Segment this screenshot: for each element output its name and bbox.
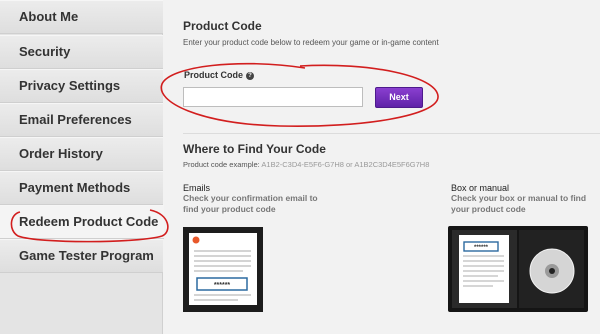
sidebar-item-label: About Me [19,9,79,24]
manual-code-mask: ****** [474,245,489,251]
next-button[interactable]: Next [375,87,423,108]
redeem-panel: Product Code Enter your product code bel… [164,0,600,334]
sidebar-item-label: Game Tester Program [19,248,154,263]
account-sidebar: About Me Security Privacy Settings Email… [0,0,164,334]
code-example-value: A1B2-C3D4-E5F6-G7H8 or A1B2C3D4E5F6G7H8 [261,160,430,169]
sidebar-item-payment-methods[interactable]: Payment Methods [0,171,163,205]
sidebar-item-label: Privacy Settings [19,78,121,93]
sidebar-item-email-preferences[interactable]: Email Preferences [0,103,163,137]
product-code-subtitle: Enter your product code below to redeem … [183,38,439,47]
emails-description: Check your confirmation email to find yo… [183,193,318,215]
box-title: Box or manual [451,183,510,193]
sidebar-item-label: Security [19,44,71,59]
help-icon[interactable]: ? [246,71,255,80]
where-heading: Where to Find Your Code [183,142,326,156]
emails-title: Emails [183,183,211,193]
section-divider [183,133,600,134]
sidebar-item-label: Email Preferences [19,112,132,127]
sidebar-item-privacy-settings[interactable]: Privacy Settings [0,69,163,103]
sidebar-item-label: Redeem Product Code [19,214,159,229]
emails-desc-line: find your product code [183,204,276,214]
product-code-heading: Product Code [183,19,262,33]
box-desc-line: Check your box or manual to find [451,193,587,203]
field-label-text: Product Code [184,70,244,80]
sidebar-item-redeem-product-code[interactable]: Redeem Product Code [0,205,164,239]
sidebar-item-label: Order History [19,146,103,161]
disc-hole [549,268,555,274]
code-example-label: Product code example: [183,160,260,169]
email-code-mask: ****** [214,282,231,289]
manual-text-lines [463,255,504,287]
sidebar-item-label: Payment Methods [19,180,131,195]
box-desc-line: your product code [451,204,526,214]
sidebar-item-game-tester-program[interactable]: Game Tester Program [0,239,163,273]
email-illustration: ****** [183,227,263,312]
box-description: Check your box or manual to find your pr… [451,193,586,215]
product-code-field-label: Product Code? [184,70,255,80]
code-example: Product code example: A1B2-C3D4-E5F6-G7H… [183,160,429,169]
sidebar-item-security[interactable]: Security [0,35,163,69]
email-paper [189,233,257,305]
sidebar-item-about-me[interactable]: About Me [0,0,163,34]
product-code-input[interactable] [183,87,363,107]
brand-logo-icon [192,236,200,244]
emails-desc-line: Check your confirmation email to [183,193,318,203]
box-illustration: ****** [448,226,588,312]
sidebar-item-order-history[interactable]: Order History [0,137,163,171]
